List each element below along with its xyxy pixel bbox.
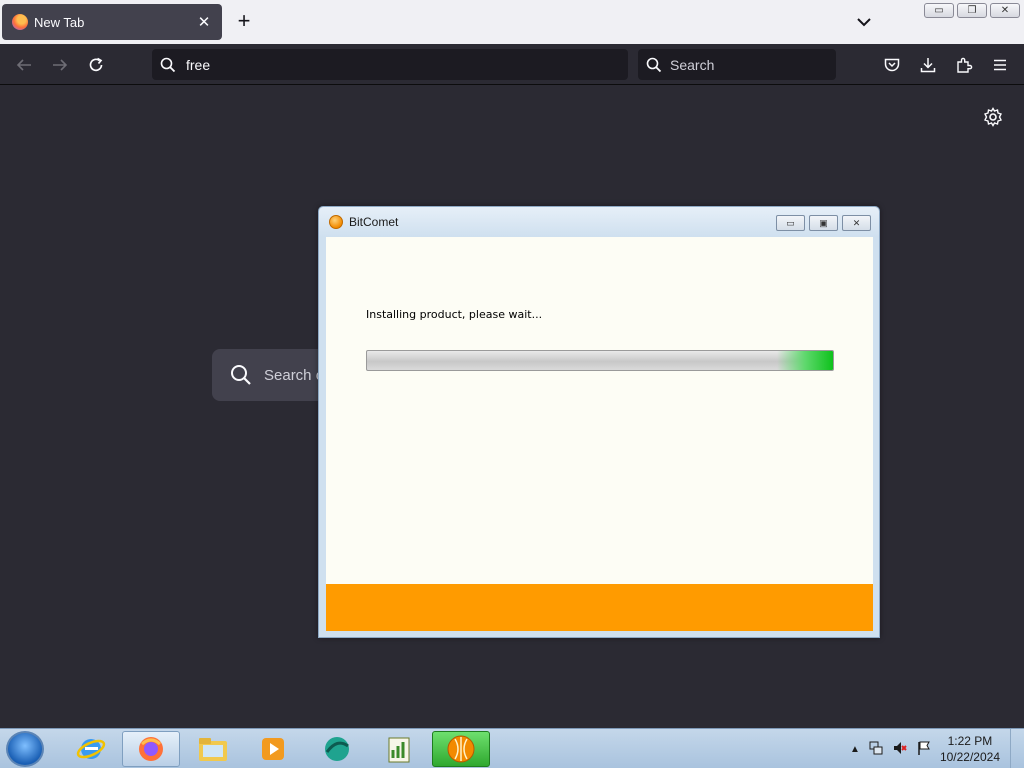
dialog-window-controls: ▭ ▣ ✕ [776,215,871,231]
back-arrow-icon[interactable] [11,52,37,78]
search-input[interactable]: Search [670,57,714,73]
tab-close-icon[interactable]: ✕ [196,13,212,31]
install-status-text: Installing product, please wait... [366,308,543,321]
media-player-icon[interactable] [244,731,302,767]
firefox-icon [139,737,163,761]
start-button[interactable] [6,731,44,767]
url-bar[interactable]: free [152,49,628,80]
show-desktop-button[interactable] [1010,729,1024,768]
page-search-placeholder: Search o [264,366,325,384]
reload-icon[interactable] [83,52,109,78]
clock[interactable]: 1:22 PM 10/22/2024 [940,733,1000,765]
taskbar: ▲ 1:22 PM 10/22/2024 [0,728,1024,768]
teal-app-icon[interactable] [308,731,366,767]
restore-button[interactable]: ❐ [957,3,987,18]
dialog-footer-bar [326,584,873,631]
dialog-body: Installing product, please wait... [326,237,873,631]
search-icon [160,57,176,72]
tab-new-tab[interactable]: New Tab ✕ [2,4,222,40]
clock-date: 10/22/2024 [939,750,1000,764]
search-icon [646,57,662,72]
downloads-icon[interactable] [915,52,941,78]
search-bar[interactable]: Search [638,49,836,80]
close-button[interactable]: ✕ [990,3,1020,18]
bitcomet-dialog: BitComet ▭ ▣ ✕ Installing product, pleas… [318,206,880,638]
bitcomet-icon [329,215,343,229]
system-tray: ▲ 1:22 PM 10/22/2024 [850,733,1000,765]
nav-bar: free Search [0,44,1024,85]
file-explorer-icon[interactable] [184,731,242,767]
firefox-icon [12,14,28,30]
new-tab-button[interactable]: + [232,10,256,34]
clock-time: 1:22 PM [947,734,993,748]
dialog-minimize-button[interactable]: ▭ [776,215,805,231]
bitcomet-icon [447,735,475,763]
taskbar-firefox[interactable] [122,731,180,767]
gear-icon[interactable] [982,106,1004,128]
action-center-flag-icon[interactable] [916,740,932,759]
url-input[interactable]: free [186,57,210,73]
volume-muted-icon[interactable] [892,740,908,759]
window-controls: ▭ ❐ ✕ [924,3,1020,18]
search-icon [231,365,251,385]
install-progress-bar [366,350,834,371]
chevron-up-icon[interactable]: ▲ [850,744,860,755]
dialog-maximize-button[interactable]: ▣ [809,215,838,231]
extensions-icon[interactable] [951,52,977,78]
minimize-button[interactable]: ▭ [924,3,954,18]
network-icon[interactable] [868,740,884,759]
forward-arrow-icon[interactable] [47,52,73,78]
chevron-down-icon[interactable] [852,10,876,34]
chart-app-icon[interactable] [370,731,428,767]
tab-title: New Tab [34,14,85,30]
progress-fill [367,351,833,370]
dialog-title: BitComet [349,215,399,229]
dialog-close-button[interactable]: ✕ [842,215,871,231]
pocket-icon[interactable] [879,52,905,78]
taskbar-bitcomet[interactable] [432,731,490,767]
tab-strip: New Tab ✕ + ▭ ❐ ✕ [0,0,1024,44]
internet-explorer-icon[interactable] [62,731,120,767]
menu-icon[interactable] [987,52,1013,78]
